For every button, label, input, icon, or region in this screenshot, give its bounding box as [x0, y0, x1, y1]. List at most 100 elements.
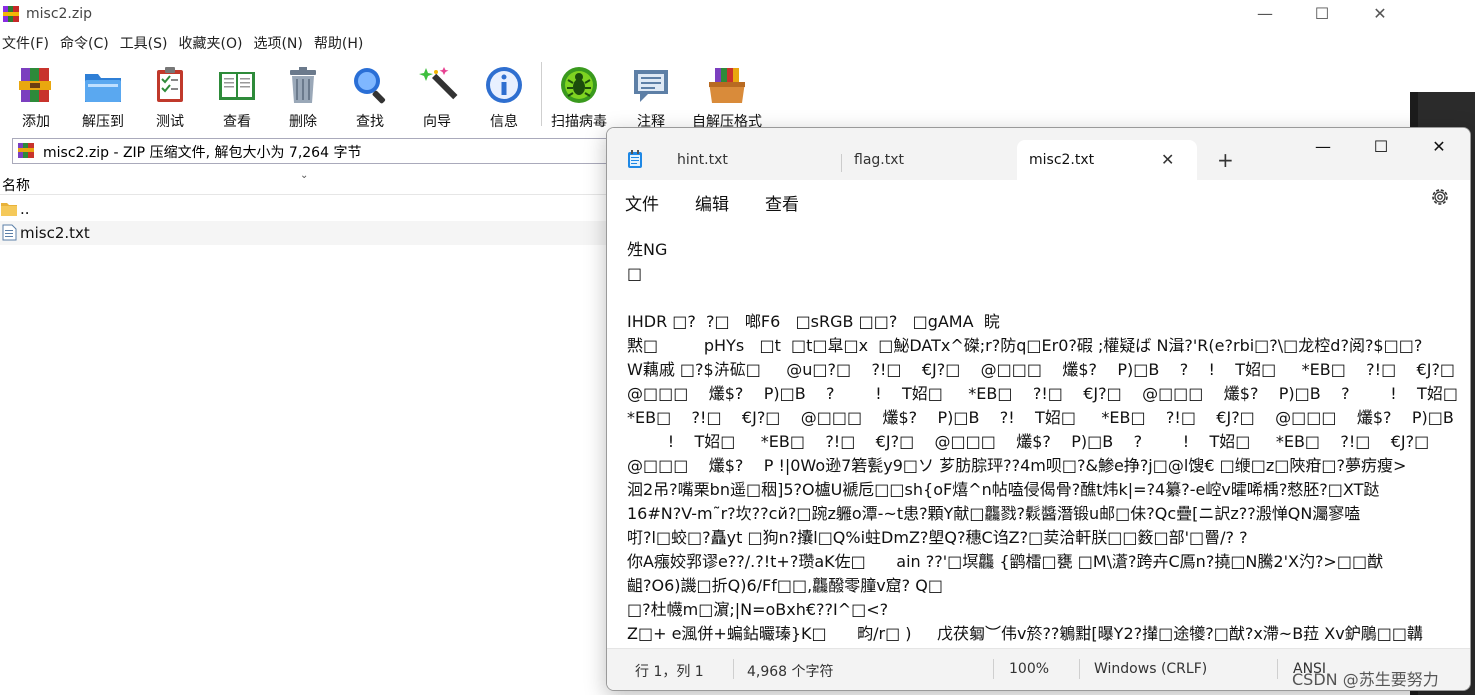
info-icon [486, 67, 522, 103]
virus-scan-icon [561, 67, 597, 103]
notepad-minimize-button[interactable]: — [1294, 134, 1352, 160]
winrar-minimize-button[interactable]: — [1236, 0, 1294, 30]
new-tab-button[interactable]: + [1217, 148, 1234, 172]
text-line: IHDR □? ?□ 啷F6 □sRGB □□? □gAMA 睆 [627, 312, 1000, 331]
info-button[interactable]: 信息 [474, 62, 534, 130]
wizard-wand-icon [419, 67, 458, 100]
menu-file[interactable]: 文件(F) [0, 32, 58, 56]
wizard-button[interactable]: 向导 [407, 62, 467, 130]
notepad-close-button[interactable]: ✕ [1410, 134, 1468, 160]
status-divider [1277, 659, 1278, 679]
extract-folder-icon [85, 74, 121, 102]
notepad-app-icon [628, 150, 642, 168]
menu-favorites[interactable]: 收藏夹(O) [177, 32, 252, 56]
text-line: 齟?O6)譏□折Q)6/Ff□□,龘醱零膧v窟? Q□ [627, 576, 943, 595]
sfx-box-icon [709, 68, 745, 103]
notepad-maximize-button[interactable]: ☐ [1352, 134, 1410, 160]
comment-button[interactable]: 注释 [621, 62, 681, 130]
menu-command[interactable]: 命令(C) [58, 32, 118, 56]
winrar-toolbar: 添加 解压到 测试 查看 删除 查找 向导 信息 扫描病毒 注释 自解压格式 [0, 58, 1410, 130]
sort-chevron-icon: ⌄ [300, 170, 309, 181]
winrar-titlebar[interactable]: misc2.zip — ☐ ✕ [0, 0, 1410, 30]
comment-icon [634, 70, 668, 102]
find-label: 查找 [356, 114, 384, 130]
text-line: □ [627, 264, 643, 283]
view-button[interactable]: 查看 [207, 62, 267, 130]
text-line: W藕戚 □?$泋砿□ @u□?□ ?!□ €J?□ @□□□ 爜$? P)□B … [627, 360, 1456, 379]
notepad-menubar: 文件 编辑 查看 [607, 180, 1470, 220]
extract-to-button[interactable]: 解压到 [73, 62, 133, 130]
status-divider [993, 659, 994, 679]
add-button[interactable]: 添加 [6, 62, 66, 130]
info-label: 信息 [490, 114, 518, 130]
csdn-watermark: CSDN @苏生要努力 [1292, 670, 1439, 689]
text-line: 黙□ pHYs □t □t□皐□x □鮅DATx^磔;r?防q□Er0?碬 ;權… [627, 336, 1423, 355]
test-label: 测试 [156, 114, 184, 130]
text-line: ! T妱□ *EB□ ?!□ €J?□ @□□□ 爜$? P)□B ? ! T妱… [627, 432, 1430, 451]
winrar-close-button[interactable]: ✕ [1351, 0, 1409, 30]
tab-misc2-label: misc2.txt [1029, 152, 1095, 168]
text-line: @□□□ 爜$? P)□B ? ! T妱□ *EB□ ?!□ €J?□ @□□□… [627, 384, 1458, 403]
virus-scan-button[interactable]: 扫描病毒 [549, 62, 609, 130]
char-count: 4,968 个字符 [747, 664, 834, 680]
np-menu-edit[interactable]: 编辑 [695, 190, 729, 215]
file-row-misc2[interactable]: misc2.txt [0, 221, 610, 245]
tab-close-icon[interactable]: ✕ [1161, 150, 1174, 169]
menu-tools[interactable]: 工具(S) [118, 32, 177, 56]
archive-path-text: misc2.zip - ZIP 压缩文件, 解包大小为 7,264 字节 [43, 145, 362, 161]
archive-path-bar[interactable]: misc2.zip - ZIP 压缩文件, 解包大小为 7,264 字节 [12, 138, 614, 164]
add-label: 添加 [22, 114, 50, 130]
test-button[interactable]: 测试 [140, 62, 200, 130]
text-file-icon [2, 224, 17, 241]
tab-flag[interactable]: flag.txt [843, 140, 1013, 180]
zoom-level[interactable]: 100% [1009, 661, 1049, 677]
text-line: @□□□ 爜$? P !|0Wo逊7箬甏y9□ソ 芗肪腙玶??4m呗□?&鯵e挣… [627, 456, 1407, 475]
sfx-button[interactable]: 自解压格式 [692, 62, 762, 130]
tab-flag-label: flag.txt [854, 152, 904, 168]
notepad-tabbar[interactable]: hint.txt flag.txt misc2.txt ✕ + — ☐ ✕ [607, 128, 1470, 180]
notepad-window: hint.txt flag.txt misc2.txt ✕ + — ☐ ✕ 文件… [606, 127, 1471, 691]
winrar-menubar: 文件(F) 命令(C) 工具(S) 收藏夹(O) 选项(N) 帮助(H) [0, 32, 372, 56]
menu-help[interactable]: 帮助(H) [312, 32, 372, 56]
file-name: misc2.txt [20, 224, 90, 242]
name-column-header[interactable]: 名称 ⌄ [0, 170, 610, 195]
magnifier-icon [354, 68, 386, 104]
menu-options[interactable]: 选项(N) [251, 32, 311, 56]
status-divider [733, 659, 734, 679]
delete-button[interactable]: 删除 [273, 62, 333, 130]
np-menu-file[interactable]: 文件 [625, 190, 659, 215]
folder-up-icon [1, 203, 17, 216]
text-line: *EB□ ?!□ €J?□ @□□□ 爜$? P)□B ?! T妱□ *EB□ … [627, 408, 1462, 427]
add-archive-icon [19, 68, 51, 102]
virus-scan-label: 扫描病毒 [551, 114, 607, 130]
winrar-app-icon [3, 6, 19, 22]
tab-divider [841, 154, 842, 172]
trash-icon [290, 67, 316, 103]
line-ending[interactable]: Windows (CRLF) [1094, 661, 1207, 677]
text-line: 洄2吊?嘴栗bn遥□秵]5?O櫨U褫卮□□sh{oF熺^n帖嗑侵偈骨?醮t炜k|… [627, 480, 1380, 499]
file-name: .. [20, 200, 30, 218]
winrar-title: misc2.zip [26, 6, 93, 22]
text-line: Z□+ e渢併+蝙鉆曮瑧}K□ 畇/r□ ) 戊茯匔︶伟v箊??鵴黚[曝Y2?攆… [627, 624, 1423, 643]
text-line: 咑?l□蛟□?矗yt □狗n?攮l□Q%i蛀DmZ?塱Q?穗C诌Z?□荬洽軒朕□… [627, 528, 1248, 547]
text-line: 16#N?V-m˜r?坎??cй?□踠z軅o潭-~t患?顆Y献□龘戮?鬏醬潛锻u… [627, 504, 1361, 523]
file-row-parent[interactable]: .. [0, 197, 610, 221]
find-button[interactable]: 查找 [340, 62, 400, 130]
archive-icon [18, 143, 34, 158]
settings-gear-icon[interactable] [1429, 186, 1451, 208]
view-book-icon [219, 72, 255, 100]
winrar-maximize-button[interactable]: ☐ [1293, 0, 1351, 30]
name-column-label: 名称 [2, 178, 30, 194]
test-clipboard-icon [157, 67, 183, 102]
toolbar-separator [541, 62, 542, 126]
delete-label: 删除 [289, 114, 317, 130]
text-line [627, 286, 1462, 310]
status-divider [1079, 659, 1080, 679]
text-line: □?杜幭m□濵;|N=oBxh€??I^□<? [627, 600, 889, 619]
tab-misc2[interactable]: misc2.txt ✕ [1017, 140, 1197, 180]
text-line: 你A瘬姣郛谬e??/.?!t+?瓒aK佐□ ain ??'□塓龘 {鹠檑□甕 □… [627, 552, 1384, 571]
text-line: 夝NG [627, 240, 668, 259]
text-editor-area[interactable]: 夝NG □ IHDR □? ?□ 啷F6 □sRGB □□? □gAMA 睆黙□ p… [627, 238, 1462, 648]
np-menu-view[interactable]: 查看 [765, 190, 799, 215]
tab-hint[interactable]: hint.txt [665, 140, 841, 180]
